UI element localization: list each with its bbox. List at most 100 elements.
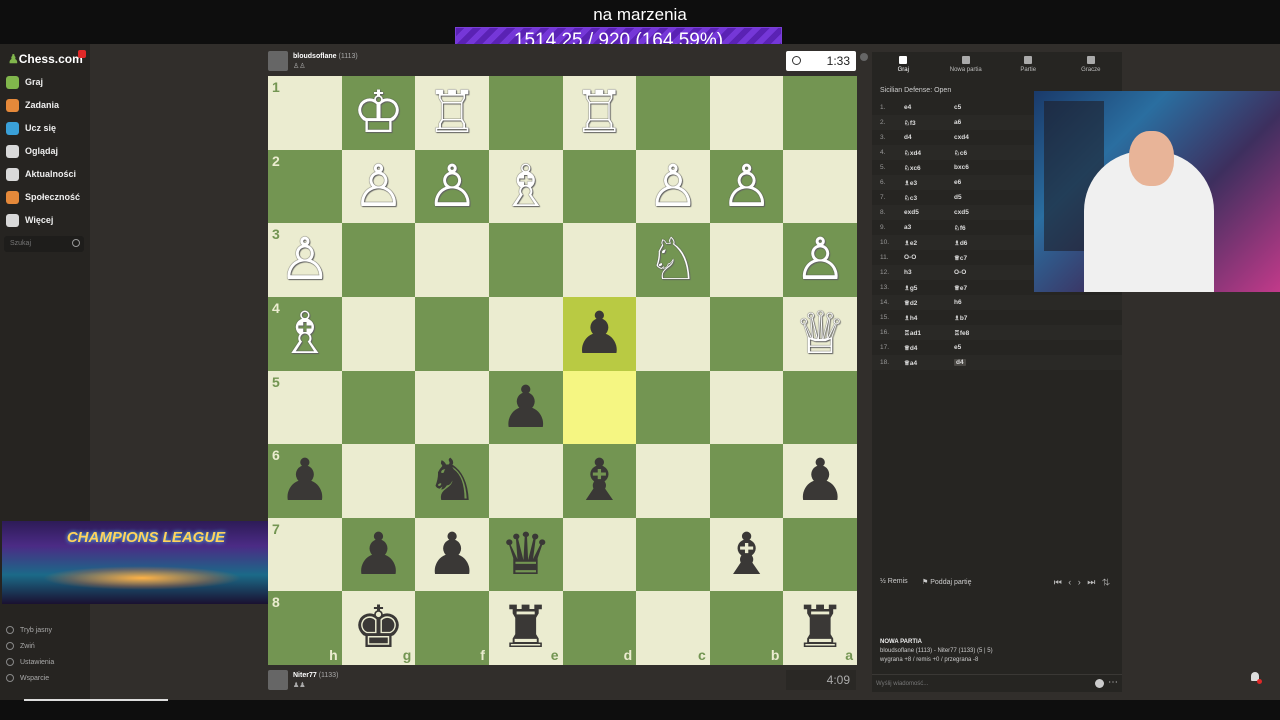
black-move[interactable]: O-O [954,269,966,276]
board-square[interactable] [783,149,857,224]
board-square[interactable] [709,444,784,518]
settings-icon[interactable] [860,53,868,61]
black-move[interactable]: e6 [954,179,961,186]
board-square[interactable] [636,370,710,445]
white-move[interactable]: ♘f3 [904,119,916,127]
sidebar-item-1[interactable]: Zadania [6,97,59,113]
sidebar-item-6[interactable]: Więcej [6,212,53,228]
white-move[interactable]: O-O [904,254,916,261]
white-move[interactable]: a3 [904,224,911,231]
white-move[interactable]: ♗h4 [904,314,917,322]
white-piece[interactable]: ♖ [563,76,637,150]
tab-0[interactable]: Graj [872,52,935,82]
white-move[interactable]: ♕d2 [904,299,917,307]
tab-1[interactable]: Nowa partia [935,52,998,82]
move-navigation[interactable]: ⏮ ‹ › ⏭ ⇅ [1054,577,1112,588]
black-move[interactable]: d5 [954,194,962,201]
white-move[interactable]: ♗e3 [904,179,917,187]
top-player-name[interactable]: bloudsoflane (1113) [293,53,358,60]
board-square[interactable] [783,76,857,150]
black-piece[interactable]: ♞ [415,444,489,518]
board-square[interactable] [636,444,710,518]
board-square[interactable] [488,296,563,371]
board-square[interactable] [415,296,489,371]
board-square[interactable] [341,296,416,371]
black-piece[interactable]: ♝ [710,518,784,592]
resign-button[interactable]: ⚑ Poddaj partię [922,578,972,586]
board-square[interactable] [709,296,784,371]
board-square[interactable]: 1 [268,76,342,150]
white-piece[interactable]: ♗ [268,297,342,371]
white-piece[interactable]: ♘ [636,223,710,297]
white-move[interactable]: ♕a4 [904,359,917,367]
white-piece[interactable]: ♖ [415,76,489,150]
board-square[interactable]: b [709,591,784,665]
bottom-player-name[interactable]: Niter77 (1133) [293,672,338,679]
black-move[interactable]: c5 [954,104,961,111]
black-move[interactable]: ♖fe8 [954,329,969,337]
board-square[interactable] [562,149,637,224]
sidebar-bottom-item[interactable]: Zwiń [6,642,35,650]
sidebar-item-0[interactable]: Graj [6,74,43,90]
board-square[interactable] [488,76,563,150]
avatar[interactable] [268,670,288,690]
board-square[interactable] [783,517,857,592]
tab-2[interactable]: Partie [997,52,1060,82]
chess-board[interactable]: 1 2 3 4 5 6 7 8 h g f e d c b a ♔ ♖ ♖ ♙ ♙ ♗ ♙ ♙ ♙ ♘ ♙ ♗ ♟ ♕ ♟ ♟ ♞ ♝ ♟ ♟ ♟ ♛ ♝ ♚… [268,76,857,665]
board-square[interactable]: c [636,591,710,665]
white-piece[interactable]: ♗ [489,150,563,224]
black-piece[interactable]: ♜ [489,591,563,665]
board-square[interactable] [709,223,784,297]
black-move[interactable]: ♘f6 [954,224,966,232]
avatar[interactable] [268,51,288,71]
black-piece[interactable]: ♟ [415,518,489,592]
black-move[interactable]: ♕c7 [954,254,967,262]
black-piece[interactable]: ♝ [563,444,637,518]
white-piece[interactable]: ♙ [636,150,710,224]
white-move[interactable]: ♘xc6 [904,164,921,172]
board-square[interactable] [709,76,784,150]
black-piece[interactable]: ♟ [563,297,637,371]
chess-logo[interactable]: ♟Chess.com [8,52,83,66]
black-move[interactable]: ♕e7 [954,284,967,292]
board-square[interactable] [488,444,563,518]
black-piece[interactable]: ♟ [268,444,342,518]
board-square[interactable]: d [562,591,637,665]
black-piece[interactable]: ♜ [783,591,857,665]
black-move[interactable]: h6 [954,299,962,306]
draw-button[interactable]: ½ Remis [880,578,908,585]
black-move[interactable]: ♗b7 [954,314,967,322]
black-move[interactable]: a6 [954,119,961,126]
white-piece[interactable]: ♕ [783,297,857,371]
sidebar-bottom-item[interactable]: Wsparcie [6,674,49,682]
search-icon[interactable] [72,239,80,247]
black-piece[interactable]: ♟ [783,444,857,518]
emoji-icon[interactable] [1095,679,1104,688]
sidebar-item-5[interactable]: Społeczność [6,189,80,205]
board-square[interactable] [562,370,637,445]
board-square[interactable]: 5 [268,370,342,445]
white-piece[interactable]: ♙ [268,223,342,297]
board-square[interactable]: 2 [268,149,342,224]
board-square[interactable] [562,517,637,592]
board-square[interactable] [415,370,489,445]
black-piece[interactable]: ♟ [342,518,416,592]
board-square[interactable] [636,76,710,150]
board-square[interactable] [636,296,710,371]
board-square[interactable] [488,223,563,297]
chat-placeholder[interactable]: Wyślij wiadomość... [876,681,928,687]
board-square[interactable] [783,370,857,445]
more-icon[interactable]: ⋯ [1108,677,1118,688]
board-square[interactable] [709,370,784,445]
tab-3[interactable]: Gracze [1060,52,1123,82]
search-input[interactable]: Szukaj [4,236,84,252]
white-move[interactable]: h3 [904,269,912,276]
board-square[interactable]: 7 [268,517,342,592]
white-move[interactable]: ♘c3 [904,194,917,202]
black-piece[interactable]: ♟ [489,371,563,445]
white-piece[interactable]: ♔ [342,76,416,150]
white-piece[interactable]: ♙ [415,150,489,224]
black-piece[interactable]: ♛ [489,518,563,592]
board-square[interactable] [341,370,416,445]
white-move[interactable]: e4 [904,104,911,111]
